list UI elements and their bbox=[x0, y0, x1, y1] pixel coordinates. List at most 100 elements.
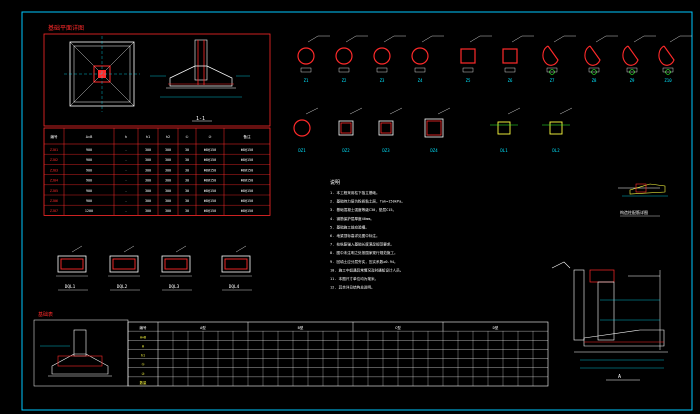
beam-section: DQL1 bbox=[56, 245, 88, 291]
foundation-table-cell: 300 bbox=[165, 158, 171, 162]
foundation-table-cell: Φ8@150 bbox=[241, 209, 253, 213]
foundation-table-cell: 300 bbox=[145, 199, 151, 203]
column-section: DZ3 bbox=[378, 107, 403, 153]
foundation-table-cell: 900 bbox=[86, 158, 92, 162]
foundation-table-header: ① bbox=[185, 135, 189, 139]
section-1-1: 1-1 bbox=[150, 39, 250, 122]
column-section: DZ4 bbox=[424, 107, 451, 153]
rebar-table: 编号 A型 B型 C型 D型 A×B Hh1 ① ② 数量 bbox=[127, 321, 549, 387]
detail-a-label: A bbox=[618, 374, 621, 380]
column-section: DZ2 bbox=[338, 107, 363, 153]
foundation-table-cell: Φ8@150 bbox=[204, 199, 216, 203]
drawing-canvas: 基础平面详图 1-1 编号 A×B h h1 h2 ① ② 备注 ZJ01 900 - 300 300 3… bbox=[21, 11, 693, 411]
foundation-table-header: ② bbox=[208, 135, 212, 139]
column-section-label: DL2 bbox=[552, 148, 560, 153]
column-section-label: DZ3 bbox=[382, 148, 390, 153]
note-line: 8. 图中未注明之处按国家现行规范施工。 bbox=[330, 250, 398, 255]
column-section: Z7 bbox=[542, 35, 576, 83]
foundation-table-cell: - bbox=[125, 158, 127, 162]
note-line: 11. 本图尺寸单位均为毫米。 bbox=[330, 276, 378, 281]
detail-large: A bbox=[551, 261, 668, 381]
foundation-table-header: h bbox=[125, 135, 127, 139]
foundation-table-header: 编号 bbox=[50, 134, 58, 139]
foundation-table-cell: Φ8@150 bbox=[204, 209, 216, 213]
notes-title: 说明 bbox=[330, 179, 340, 186]
rebar-table-row-label: ② bbox=[141, 372, 144, 376]
foundation-table-cell: 900 bbox=[86, 199, 92, 203]
foundation-table-cell: 30 bbox=[185, 209, 189, 213]
foundation-table-cell: Φ8@150 bbox=[241, 148, 253, 152]
foundation-table-cell: - bbox=[125, 199, 127, 203]
note-line: 1. 本工程采用柱下独立基础。 bbox=[330, 190, 380, 195]
detail-small: 构造柱配筋详图 bbox=[618, 183, 668, 217]
beam-sections: DQL1 DQL2 DQL3 DQL4 bbox=[56, 245, 252, 291]
rebar-table-row-label: 数量 bbox=[140, 380, 147, 385]
foundation-table-cell: ZJ04 bbox=[50, 179, 58, 183]
foundation-table-header: h1 bbox=[146, 135, 150, 139]
foundation-table-cell: 300 bbox=[165, 189, 171, 193]
bottom-footing-detail: 基础表 bbox=[33, 311, 129, 387]
beam-section: DQL3 bbox=[160, 245, 192, 291]
note-line: 2. 基础持力层为粉质粘土层，fak=150kPa。 bbox=[330, 199, 405, 204]
foundation-table-cell: ZJ06 bbox=[50, 199, 58, 203]
foundation-table-cell: 30 bbox=[185, 179, 189, 183]
note-line: 4. 钢筋保护层厚度40mm。 bbox=[330, 216, 374, 221]
column-section-label: DZ4 bbox=[430, 148, 438, 153]
column-sections-row1: Z1 Z2 Z3 Z4 Z5 Z6 Z7 Z8 Z9 Z10 bbox=[297, 35, 692, 83]
foundation-table-cell: Φ8@150 bbox=[241, 179, 253, 183]
foundation-table: 编号 A×B h h1 h2 ① ② 备注 ZJ01 900 - 300 300 30 Φ8@150 Φ8@1… bbox=[43, 127, 271, 216]
foundation-table-cell: Φ8@150 bbox=[241, 168, 253, 172]
foundation-table-cell: Φ8@150 bbox=[241, 158, 253, 162]
foundation-plan-block: 基础平面详图 1-1 bbox=[43, 24, 271, 127]
foundation-table-cell: 300 bbox=[145, 148, 151, 152]
rebar-table-header: D型 bbox=[493, 325, 499, 330]
column-section: DL2 bbox=[542, 107, 573, 153]
column-section: Z3 bbox=[373, 35, 406, 83]
note-line: 10. 施工中如遇异常情况及时通知设计人员。 bbox=[330, 267, 403, 272]
foundation-table-cell: - bbox=[125, 209, 127, 213]
rebar-table-header: B型 bbox=[298, 325, 304, 330]
column-section: Z6 bbox=[502, 35, 534, 83]
foundation-table-cell: - bbox=[125, 168, 127, 172]
rebar-table-row-label: H bbox=[142, 344, 144, 348]
foundation-table-cell: 900 bbox=[86, 148, 92, 152]
column-section-label: Z5 bbox=[466, 78, 471, 83]
foundation-table-header: 备注 bbox=[243, 134, 251, 139]
foundation-table-cell: Φ8@150 bbox=[241, 189, 253, 193]
column-section: Z4 bbox=[411, 35, 444, 83]
foundation-table-cell: 300 bbox=[165, 148, 171, 152]
beam-section: DQL4 bbox=[220, 245, 252, 291]
foundation-table-cell: Φ8@150 bbox=[204, 168, 216, 172]
column-section-label: Z6 bbox=[508, 78, 513, 83]
rebar-table-header: 编号 bbox=[139, 325, 147, 330]
foundation-table-cell: 300 bbox=[165, 179, 171, 183]
foundation-plan-title: 基础平面详图 bbox=[48, 24, 84, 32]
column-section-label: Z2 bbox=[342, 78, 347, 83]
column-section: Z5 bbox=[460, 35, 492, 83]
beam-section: DQL2 bbox=[108, 245, 140, 291]
foundation-table-cell: Φ8@150 bbox=[204, 179, 216, 183]
column-section: DZ1 bbox=[293, 107, 319, 153]
column-section-label: Z4 bbox=[418, 78, 423, 83]
foundation-table-header: h2 bbox=[166, 135, 170, 139]
note-line: 9. 回填土应分层夯实，压实系数≥0.94。 bbox=[330, 259, 398, 264]
foundation-table-header: A×B bbox=[86, 135, 93, 139]
foundation-table-cell: 300 bbox=[145, 158, 151, 162]
foundation-table-title: 基础表 bbox=[38, 311, 53, 318]
note-line: 7. 柱纵筋锚入基础长度满足规范要求。 bbox=[330, 242, 394, 247]
beam-section-label: DQL4 bbox=[229, 284, 240, 290]
column-section: Z1 bbox=[297, 35, 330, 83]
column-section-label: Z9 bbox=[630, 78, 635, 83]
column-section-label: Z7 bbox=[550, 78, 555, 83]
beam-section-label: DQL3 bbox=[169, 284, 180, 290]
column-section: Z9 bbox=[622, 35, 656, 83]
foundation-table-cell: Φ8@150 bbox=[241, 199, 253, 203]
rebar-table-header: C型 bbox=[395, 325, 401, 330]
note-line: 12. 其余详见结构总说明。 bbox=[330, 285, 375, 290]
foundation-table-cell: 30 bbox=[185, 168, 189, 172]
foundation-table-cell: 300 bbox=[145, 209, 151, 213]
notes-block: 说明 1. 本工程采用柱下独立基础。 2. 基础持力层为粉质粘土层，fak=150… bbox=[330, 179, 405, 290]
note-line: 5. 基础施工前应验槽。 bbox=[330, 224, 369, 229]
column-section: DL1 bbox=[490, 107, 521, 153]
rebar-table-header: A型 bbox=[200, 325, 206, 330]
